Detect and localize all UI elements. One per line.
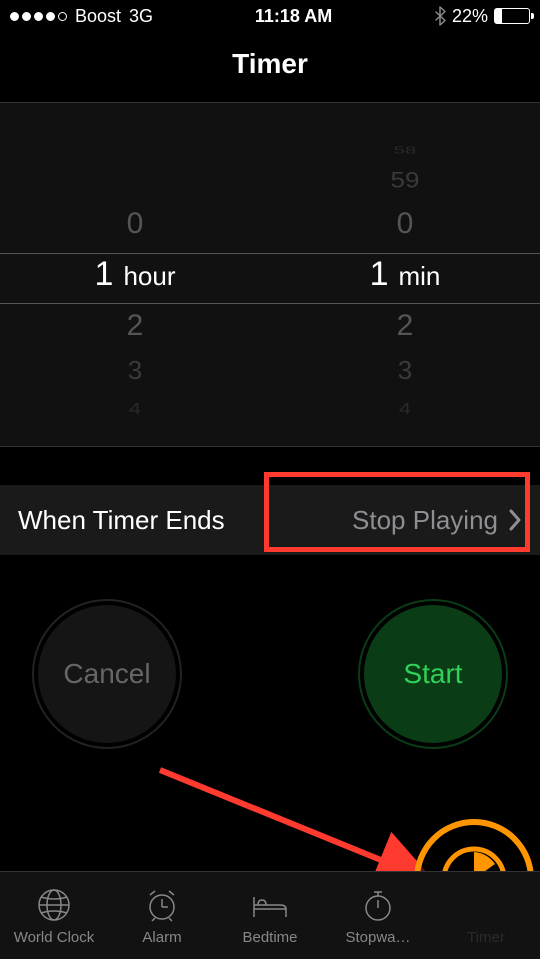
picker-min-option[interactable]: 0 bbox=[270, 207, 540, 241]
picker-hour-selected[interactable]: 1 hour bbox=[0, 255, 270, 294]
tab-label: Bedtime bbox=[242, 929, 297, 946]
when-timer-ends-row[interactable]: When Timer Ends Stop Playing bbox=[0, 485, 540, 555]
carrier-label: Boost bbox=[75, 6, 121, 27]
chevron-right-icon bbox=[508, 509, 522, 531]
minutes-column[interactable]: 58 59 0 1 min 2 3 4 bbox=[270, 103, 540, 446]
tab-label: Alarm bbox=[142, 929, 181, 946]
alarm-clock-icon bbox=[142, 885, 182, 925]
status-bar: Boost 3G 11:18 AM 22% bbox=[0, 0, 540, 32]
stopwatch-icon bbox=[358, 885, 398, 925]
battery-percent: 22% bbox=[452, 6, 488, 27]
globe-icon bbox=[34, 885, 74, 925]
network-label: 3G bbox=[129, 6, 153, 27]
status-right: 22% bbox=[434, 6, 530, 27]
page-title: Timer bbox=[0, 48, 540, 80]
tab-bedtime[interactable]: Bedtime bbox=[216, 872, 324, 959]
tab-timer[interactable]: Timer bbox=[432, 872, 540, 959]
tab-bar: World Clock Alarm Bedtime Stopwa… Timer bbox=[0, 871, 540, 959]
tab-label: World Clock bbox=[14, 929, 95, 946]
cancel-button[interactable]: Cancel bbox=[38, 605, 176, 743]
battery-icon bbox=[494, 8, 530, 24]
bed-icon bbox=[250, 885, 290, 925]
when-timer-ends-value: Stop Playing bbox=[352, 505, 498, 536]
timer-icon bbox=[466, 885, 506, 925]
picker-min-option[interactable]: 3 bbox=[270, 355, 540, 386]
picker-min-option[interactable]: 58 bbox=[270, 145, 540, 157]
picker-hour-option[interactable]: 2 bbox=[0, 309, 270, 343]
picker-min-option[interactable]: 4 bbox=[270, 400, 540, 418]
status-time: 11:18 AM bbox=[255, 6, 332, 27]
picker-min-option[interactable]: 59 bbox=[270, 167, 540, 193]
picker-hour-option[interactable]: 4 bbox=[0, 400, 270, 418]
when-timer-ends-value-wrap: Stop Playing bbox=[352, 505, 522, 536]
when-timer-ends-label: When Timer Ends bbox=[18, 505, 225, 536]
start-button[interactable]: Start bbox=[364, 605, 502, 743]
action-buttons: Cancel Start bbox=[0, 555, 540, 743]
tab-label: Timer bbox=[467, 929, 505, 946]
picker-hour-option[interactable]: 3 bbox=[0, 355, 270, 386]
header: Timer bbox=[0, 32, 540, 102]
signal-strength-icon bbox=[10, 12, 67, 21]
time-picker[interactable]: 0 1 hour 2 3 4 58 59 0 1 min 2 3 4 bbox=[0, 102, 540, 447]
tab-label: Stopwa… bbox=[345, 929, 410, 946]
tab-alarm[interactable]: Alarm bbox=[108, 872, 216, 959]
picker-hour-option[interactable]: 0 bbox=[0, 207, 270, 241]
status-left: Boost 3G bbox=[10, 6, 153, 27]
hours-column[interactable]: 0 1 hour 2 3 4 bbox=[0, 103, 270, 446]
tab-world-clock[interactable]: World Clock bbox=[0, 872, 108, 959]
tab-stopwatch[interactable]: Stopwa… bbox=[324, 872, 432, 959]
picker-min-option[interactable]: 2 bbox=[270, 309, 540, 343]
bluetooth-icon bbox=[434, 6, 446, 26]
picker-min-selected[interactable]: 1 min bbox=[270, 255, 540, 294]
